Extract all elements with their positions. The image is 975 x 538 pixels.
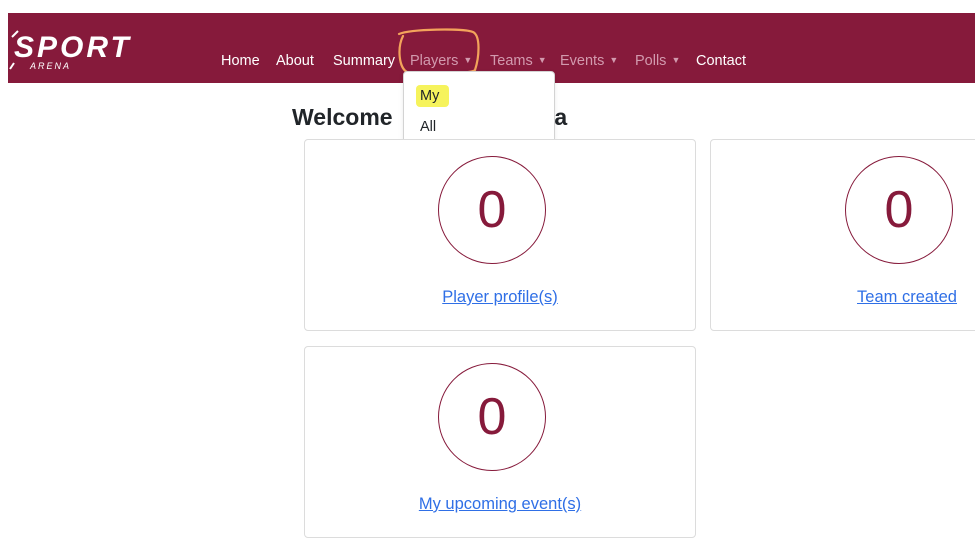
team-created-link[interactable]: Team created [857, 288, 957, 307]
chevron-down-icon: ▼ [609, 55, 619, 65]
player-profiles-card: 0 Player profile(s) [304, 139, 696, 331]
chevron-down-icon: ▼ [537, 55, 547, 65]
logo-subtext: ARENA [29, 61, 71, 71]
nav-polls-label: Polls [635, 53, 667, 69]
nav-teams-dropdown[interactable]: Teams ▼ [490, 53, 547, 69]
nav-players-dropdown[interactable]: Players ▼ [410, 53, 472, 69]
nav-contact-link[interactable]: Contact [696, 53, 746, 69]
logo-text: SPORT [14, 31, 132, 64]
nav-home-link[interactable]: Home [221, 53, 260, 69]
player-profiles-link[interactable]: Player profile(s) [442, 288, 558, 307]
players-menu-item-my[interactable]: My [420, 88, 439, 104]
chevron-down-icon: ▼ [671, 55, 681, 65]
players-menu-item-all[interactable]: All [420, 119, 436, 135]
team-created-count: 0 [845, 156, 953, 264]
heading-text-left: Welcome [292, 104, 393, 130]
team-created-card: 0 Team created [710, 139, 975, 331]
upcoming-events-card: 0 My upcoming event(s) [304, 346, 696, 538]
upcoming-events-count: 0 [438, 363, 546, 471]
chevron-down-icon: ▼ [463, 55, 473, 65]
nav-summary-link[interactable]: Summary [333, 53, 395, 69]
players-dropdown-menu: My All [403, 71, 555, 149]
upcoming-events-link[interactable]: My upcoming event(s) [419, 495, 581, 514]
nav-about-link[interactable]: About [276, 53, 314, 69]
player-profiles-count: 0 [438, 156, 546, 264]
nav-polls-dropdown[interactable]: Polls ▼ [635, 53, 680, 69]
nav-events-label: Events [560, 53, 605, 69]
sport-arena-logo-icon[interactable]: SPORT ARENA [8, 27, 198, 71]
nav-players-label: Players [410, 53, 459, 69]
nav-teams-label: Teams [490, 53, 533, 69]
nav-events-dropdown[interactable]: Events ▼ [560, 53, 618, 69]
